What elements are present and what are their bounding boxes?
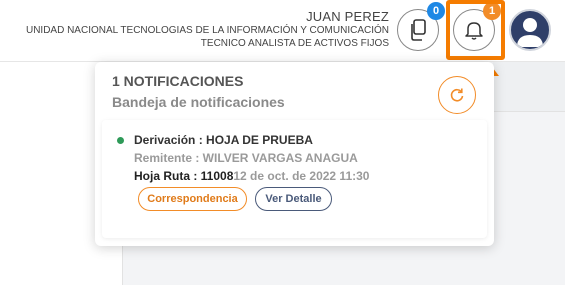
bell-highlight-box xyxy=(446,0,505,60)
remitente-text: Remitente : WILVER VARGAS ANAGUA xyxy=(134,151,358,165)
ver-detalle-button[interactable]: Ver Detalle xyxy=(255,187,332,211)
notification-date: 12 de oct. de 2022 11:30 xyxy=(233,169,370,183)
user-role: TECNICO ANALISTA DE ACTIVOS FIJOS xyxy=(200,38,389,49)
hoja-ruta-line: Hoja Ruta : 1100812 de oct. de 2022 11:3… xyxy=(134,169,369,183)
status-dot xyxy=(117,137,124,144)
user-avatar-icon[interactable] xyxy=(509,9,551,51)
avatar-silhouette xyxy=(517,18,543,47)
hoja-ruta-label: Hoja Ruta : 11008 xyxy=(134,169,234,183)
correspondencia-button[interactable]: Correspondencia xyxy=(138,187,247,211)
refresh-icon xyxy=(450,88,464,102)
user-unit: UNIDAD NACIONAL TECNOLOGIAS DE LA INFORM… xyxy=(25,25,389,36)
refresh-button[interactable] xyxy=(438,76,476,114)
notifications-popup: 1 NOTIFICACIONES Bandeja de notificacion… xyxy=(95,62,494,246)
right-band xyxy=(493,62,565,112)
user-name: JUAN PEREZ xyxy=(306,9,389,24)
user-info: JUAN PEREZ UNIDAD NACIONAL TECNOLOGIAS D… xyxy=(26,9,389,50)
notifications-title: 1 NOTIFICACIONES xyxy=(112,73,244,89)
notification-item: Derivación : HOJA DE PRUEBA Remitente : … xyxy=(102,120,487,238)
notifications-subtitle: Bandeja de notificaciones xyxy=(112,94,285,110)
documents-badge: 0 xyxy=(427,2,445,20)
documents-icon xyxy=(411,19,426,41)
derivacion-text: Derivación : HOJA DE PRUEBA xyxy=(134,133,313,147)
